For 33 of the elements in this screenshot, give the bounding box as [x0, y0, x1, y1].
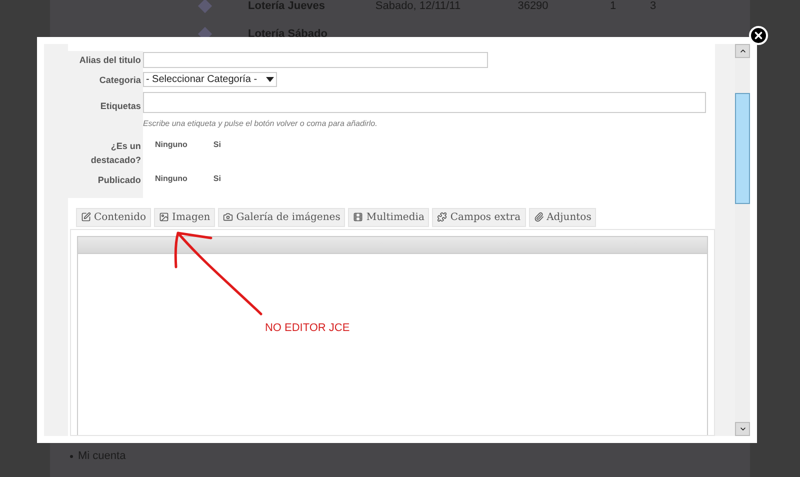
field-label: Categoria [99, 74, 141, 87]
caret-icon [266, 76, 274, 82]
bullet-icon [70, 454, 73, 458]
scroll-thumb[interactable] [735, 93, 750, 204]
radio-option[interactable]: Ninguno [154, 138, 188, 150]
film-icon [353, 212, 364, 222]
tab[interactable]: Imagen [154, 208, 216, 226]
radio-option[interactable]: Ninguno [154, 172, 188, 184]
radio-option[interactable]: Si [213, 172, 221, 184]
close-button[interactable] [749, 26, 768, 45]
tab[interactable]: Contenido [76, 208, 152, 226]
paperclip-icon [534, 212, 544, 222]
tab[interactable]: Adjuntos [528, 208, 596, 226]
tab[interactable]: Multimedia [348, 208, 430, 226]
text-field[interactable] [142, 52, 488, 68]
close-icon [753, 30, 764, 41]
field-label: Alias del titulo [79, 54, 141, 67]
field-label: ¿Es un destacado? [90, 140, 141, 166]
camera-icon [223, 212, 234, 222]
image-icon [159, 212, 170, 222]
annotation-text: NO EDITOR JCE [264, 320, 350, 336]
radio-option[interactable]: Si [213, 138, 221, 150]
field-label: Etiquetas [100, 100, 141, 113]
scrollbar[interactable] [735, 44, 750, 436]
hint-text: Escribe una etiqueta y pulse el botón volver o coma para añadirlo. [142, 118, 378, 130]
puzzle-icon [437, 212, 448, 222]
tab[interactable]: Galería de imágenes [218, 208, 346, 226]
tab[interactable]: Campos extra [432, 208, 526, 226]
scroll-down-icon[interactable] [735, 422, 750, 436]
category-dropdown[interactable]: - Seleccionar Categoría - [142, 72, 277, 86]
field-label: Publicado [98, 174, 141, 186]
tags-field[interactable] [142, 92, 706, 113]
edit-icon [80, 212, 91, 222]
